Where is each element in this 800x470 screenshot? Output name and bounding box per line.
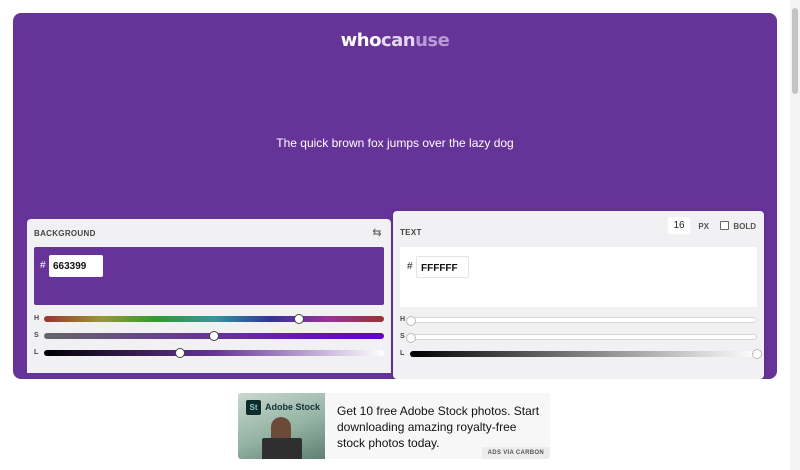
scrollbar-thumb[interactable] xyxy=(792,8,798,94)
hue-thumb[interactable] xyxy=(294,314,304,324)
lightness-track[interactable] xyxy=(410,349,762,359)
text-title: TEXT xyxy=(400,227,422,237)
saturation-track[interactable] xyxy=(406,333,757,343)
text-hue-slider[interactable]: H xyxy=(400,315,757,326)
text-swatch: # FFFFFF xyxy=(400,247,757,307)
background-hex-input[interactable]: 663399 xyxy=(49,255,103,277)
background-panel-header: BACKGROUND ⇆ xyxy=(34,219,384,247)
contrast-preview-area: whocanuse The quick brown fox jumps over… xyxy=(13,13,777,379)
background-swatch: # 663399 xyxy=(34,247,384,305)
font-size-input[interactable]: 16 xyxy=(668,217,690,234)
laptop-photo-icon xyxy=(262,438,302,459)
text-color-panel: TEXT 16 PX BOLD # FFFFFF H S L xyxy=(393,211,764,379)
text-hash: # xyxy=(407,261,413,272)
page-scrollbar[interactable] xyxy=(790,0,800,470)
bold-checkbox[interactable] xyxy=(720,221,729,230)
saturation-track[interactable] xyxy=(44,331,384,341)
lightness-label: L xyxy=(400,350,405,357)
swap-icon[interactable]: ⇆ xyxy=(371,227,383,239)
background-lightness-slider[interactable]: L xyxy=(34,348,384,358)
background-title: BACKGROUND xyxy=(34,228,96,238)
bold-label[interactable]: BOLD xyxy=(733,222,756,231)
lightness-thumb[interactable] xyxy=(752,349,762,359)
text-hex-input[interactable]: FFFFFF xyxy=(416,256,469,278)
site-logo[interactable]: whocanuse xyxy=(13,30,777,51)
saturation-thumb[interactable] xyxy=(209,331,219,341)
background-hash: # xyxy=(40,260,46,271)
ads-via-carbon-link[interactable]: ADS VIA CARBON xyxy=(481,447,550,459)
saturation-label: S xyxy=(34,332,39,339)
adobe-stock-logo-icon: St xyxy=(246,400,261,415)
sample-text: The quick brown fox jumps over the lazy … xyxy=(276,136,514,150)
background-hue-slider[interactable]: H xyxy=(34,314,384,324)
logo-who: who xyxy=(340,30,382,51)
text-saturation-slider[interactable]: S xyxy=(400,332,757,343)
background-color-panel: BACKGROUND ⇆ # 663399 H S L xyxy=(27,219,391,373)
ad-text[interactable]: Get 10 free Adobe Stock photos. Start do… xyxy=(337,403,542,451)
saturation-thumb[interactable] xyxy=(406,333,416,343)
lightness-label: L xyxy=(34,349,39,356)
text-lightness-slider[interactable]: L xyxy=(400,349,762,359)
saturation-label: S xyxy=(400,333,405,340)
logo-use: use xyxy=(415,30,450,51)
lightness-thumb[interactable] xyxy=(175,348,185,358)
hue-label: H xyxy=(34,315,40,322)
hue-thumb[interactable] xyxy=(406,316,416,326)
ad-brand: Adobe Stock xyxy=(265,402,321,412)
background-saturation-slider[interactable]: S xyxy=(34,331,384,341)
hue-label: H xyxy=(400,316,406,323)
hue-track[interactable] xyxy=(406,316,757,326)
font-size-unit: PX xyxy=(698,222,709,231)
hue-track[interactable] xyxy=(44,314,384,324)
lightness-track[interactable] xyxy=(44,348,384,358)
carbon-ad[interactable]: St Adobe Stock Get 10 free Adobe Stock p… xyxy=(238,393,550,459)
logo-can: can xyxy=(380,30,416,51)
ad-image[interactable]: St Adobe Stock xyxy=(238,393,325,459)
